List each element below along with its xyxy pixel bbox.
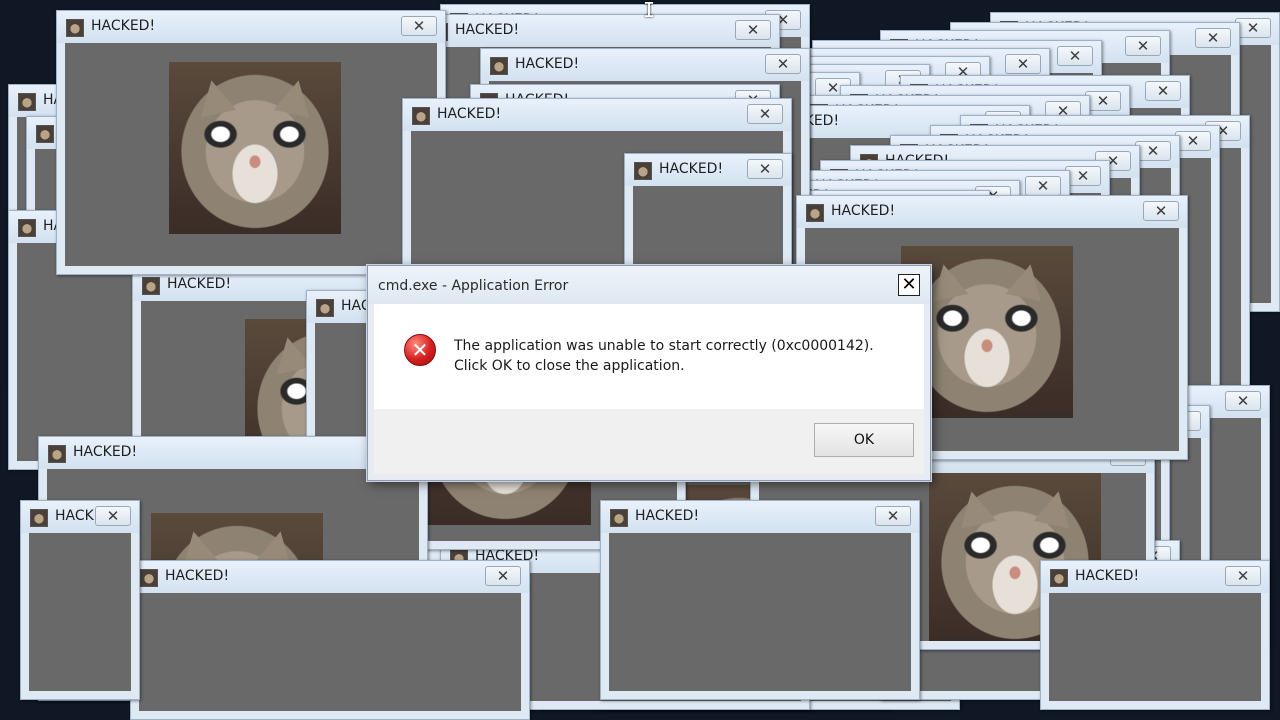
cat-icon: [18, 219, 36, 237]
close-icon[interactable]: ✕: [485, 566, 521, 586]
popup-title: HACKED!: [167, 276, 232, 292]
error-message: The application was unable to start corr…: [454, 338, 874, 374]
popup-title: HACKED!: [165, 568, 230, 584]
popup-titlebar[interactable]: HACKED! ✕: [481, 49, 809, 81]
close-icon[interactable]: ✕: [1225, 566, 1261, 586]
close-icon[interactable]: ✕: [1225, 391, 1261, 411]
popup-titlebar[interactable]: HACKED! ✕: [625, 154, 791, 186]
popup-titlebar[interactable]: HACKED! ✕: [601, 501, 919, 533]
close-icon[interactable]: ✕: [735, 20, 771, 40]
popup-title: HACKED!: [91, 18, 156, 34]
close-icon[interactable]: ✕: [875, 506, 911, 526]
popup-client-area: [29, 533, 131, 691]
popup-titlebar[interactable]: HACKED! ✕: [797, 196, 1187, 228]
close-icon[interactable]: ✕: [1057, 46, 1093, 66]
popup-client-area: [609, 533, 911, 691]
close-icon[interactable]: ✕: [1125, 36, 1161, 56]
cat-photo: [169, 62, 341, 234]
cat-icon: [66, 19, 84, 37]
popup-title: HACKED!: [437, 106, 502, 122]
close-icon[interactable]: ✕: [1065, 166, 1101, 186]
cat-icon: [142, 277, 160, 295]
popup-window[interactable]: HACKED! ✕: [600, 500, 920, 700]
popup-title: HACKED!: [831, 203, 896, 219]
error-dialog: cmd.exe - Application Error ✕ ✕ The appl…: [367, 265, 931, 481]
popup-window[interactable]: HACKED! ✕: [56, 10, 446, 275]
popup-title: HACKED!: [635, 508, 700, 524]
close-icon[interactable]: ✕: [1135, 141, 1171, 161]
close-icon[interactable]: ✕: [765, 54, 801, 74]
popup-titlebar[interactable]: HACKED! ✕: [57, 11, 445, 43]
close-icon[interactable]: ✕: [747, 159, 783, 179]
close-icon[interactable]: ✕: [1145, 81, 1181, 101]
error-icon: ✕: [404, 334, 436, 366]
popup-title: HACKED!: [73, 444, 138, 460]
popup-titlebar[interactable]: HACKED! ✕: [403, 99, 791, 131]
text-cursor-icon: I: [643, 0, 656, 22]
cat-icon: [1050, 569, 1068, 587]
cat-icon: [316, 299, 334, 317]
close-icon[interactable]: ✕: [1005, 54, 1041, 74]
popup-titlebar[interactable]: HACKED! ✕: [1041, 561, 1269, 593]
close-icon[interactable]: ✕: [401, 16, 437, 36]
cat-icon: [18, 93, 36, 111]
cat-icon: [806, 204, 824, 222]
close-icon[interactable]: ✕: [95, 506, 131, 526]
close-icon[interactable]: ✕: [1085, 91, 1121, 111]
popup-client-area: [139, 593, 521, 711]
cat-icon: [48, 445, 66, 463]
close-icon[interactable]: ✕: [898, 274, 920, 296]
close-icon[interactable]: ✕: [1175, 131, 1211, 151]
error-dialog-body: ✕ The application was unable to start co…: [374, 304, 924, 409]
cat-icon: [36, 125, 54, 143]
popup-title: HACKED!: [515, 56, 580, 72]
close-icon[interactable]: ✕: [1195, 28, 1231, 48]
popup-titlebar[interactable]: HACKED!✕: [21, 501, 139, 533]
close-icon[interactable]: ✕: [1143, 201, 1179, 221]
error-dialog-title: cmd.exe - Application Error: [378, 278, 569, 294]
cat-icon: [412, 107, 430, 125]
error-dialog-titlebar[interactable]: cmd.exe - Application Error ✕: [368, 266, 930, 304]
popup-titlebar[interactable]: HACKED! ✕: [421, 15, 779, 47]
ok-button[interactable]: OK: [814, 423, 914, 457]
cat-icon: [610, 509, 628, 527]
popup-client-area: [65, 43, 437, 266]
popup-client-area: [1049, 593, 1261, 701]
cat-icon: [490, 57, 508, 75]
popup-title: HACKED!: [455, 22, 520, 38]
popup-window[interactable]: HACKED!✕: [20, 500, 140, 700]
error-dialog-footer: OK: [374, 409, 924, 474]
close-icon[interactable]: ✕: [747, 104, 783, 124]
cat-icon: [140, 569, 158, 587]
cat-icon: [634, 162, 652, 180]
close-icon[interactable]: ✕: [1235, 18, 1271, 38]
popup-window[interactable]: HACKED! ✕: [130, 560, 530, 720]
popup-title: HACKED!: [1075, 568, 1140, 584]
popup-titlebar[interactable]: HACKED! ✕: [131, 561, 529, 593]
popup-title: HACKED!: [659, 161, 724, 177]
close-icon[interactable]: ✕: [1025, 176, 1061, 196]
cat-icon: [30, 509, 48, 527]
popup-window[interactable]: HACKED! ✕: [1040, 560, 1270, 710]
